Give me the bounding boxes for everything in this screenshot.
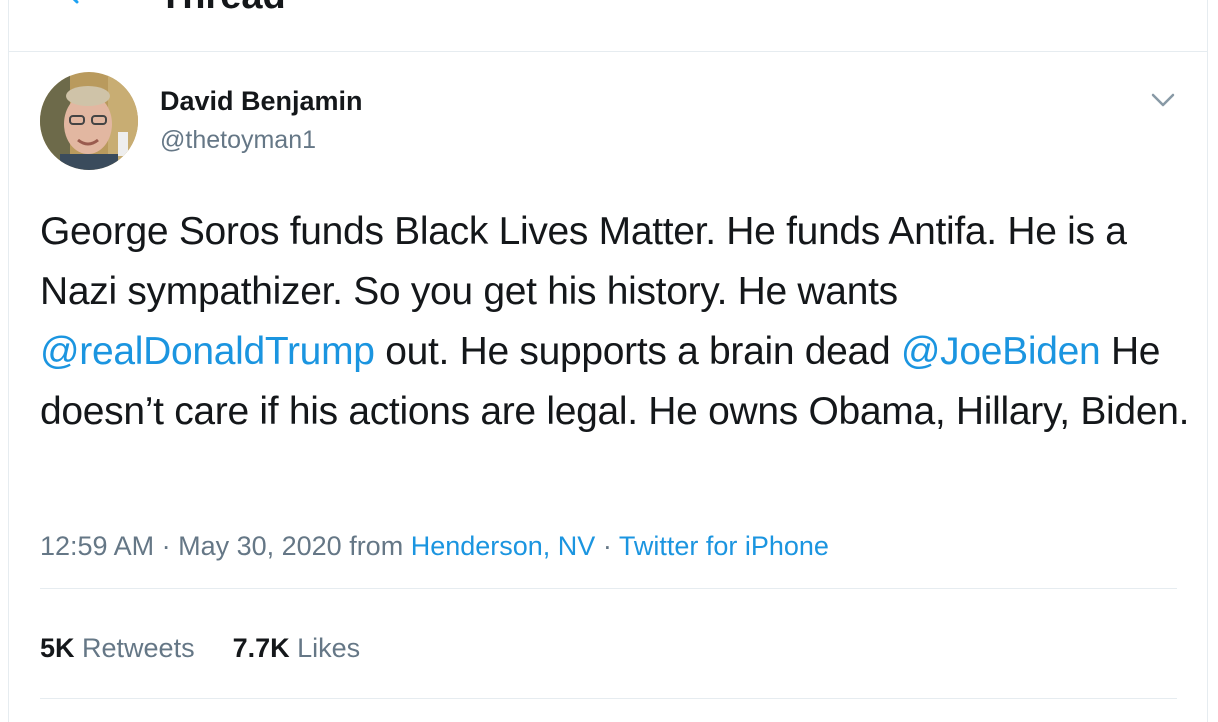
likes-label: Likes <box>297 633 361 663</box>
back-button[interactable] <box>53 0 93 16</box>
tweet-text-part: out. He supports a brain dead <box>374 330 901 373</box>
author-handle[interactable]: @thetoyman1 <box>160 126 316 155</box>
separator: · <box>154 531 179 561</box>
retweets-label: Retweets <box>82 633 195 663</box>
mention-link[interactable]: @JoeBiden <box>901 330 1101 373</box>
tweet-text-part: George Soros funds Black Lives Matter. H… <box>40 210 1127 313</box>
tweet-text: George Soros funds Black Lives Matter. H… <box>40 202 1190 442</box>
likes-count: 7.7K <box>232 633 290 663</box>
arrow-left-icon <box>72 0 79 4</box>
tweet-meta: 12:59 AM · May 30, 2020 from Henderson, … <box>40 531 829 562</box>
thread-header: Thread <box>9 0 1207 52</box>
location-link[interactable]: Henderson, NV <box>411 531 596 561</box>
source-link[interactable]: Twitter for iPhone <box>619 531 829 561</box>
retweets-count: 5K <box>40 633 75 663</box>
chevron-down-icon <box>1151 93 1175 107</box>
retweets-stat[interactable]: 5K Retweets <box>40 633 195 664</box>
likes-stat[interactable]: 7.7K Likes <box>233 633 361 664</box>
tweet-time[interactable]: 12:59 AM <box>40 531 154 561</box>
tweet-date[interactable]: May 30, 2020 <box>178 531 342 561</box>
page-title: Thread <box>159 0 286 16</box>
separator: · <box>595 531 619 561</box>
tweet-stats: 5K Retweets 7.7K Likes <box>40 633 398 664</box>
divider <box>40 698 1177 699</box>
mention-link[interactable]: @realDonaldTrump <box>40 330 375 373</box>
from-label: from <box>341 531 411 561</box>
avatar[interactable] <box>40 72 138 170</box>
thread-column: Thread David Benjamin @thetoyman1 <box>8 0 1208 722</box>
tweet-options-button[interactable] <box>1145 82 1181 118</box>
divider <box>40 588 1177 589</box>
author-display-name[interactable]: David Benjamin <box>160 86 363 117</box>
